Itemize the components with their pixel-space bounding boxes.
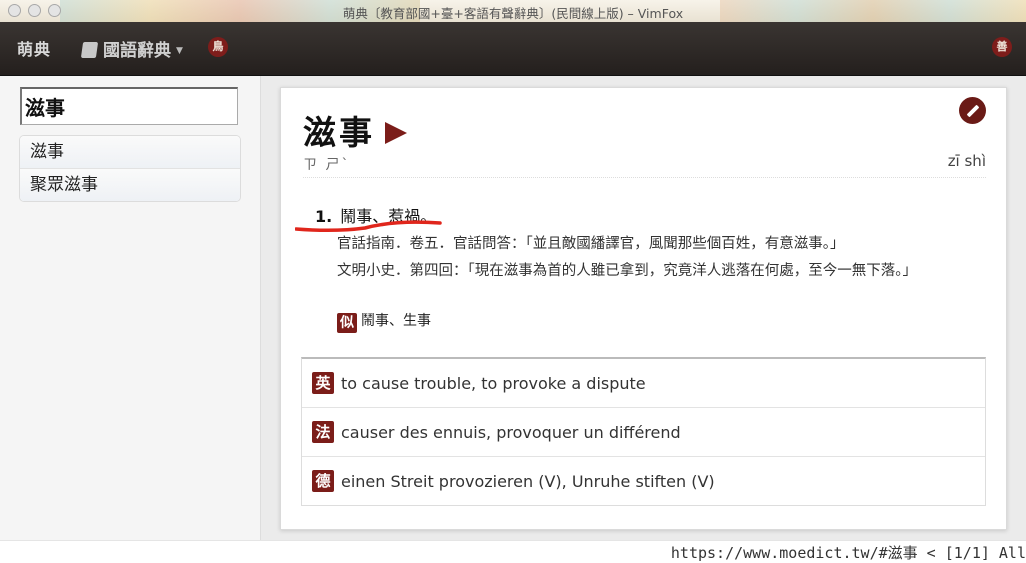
window-title-bar: 萌典〔教育部國+臺+客語有聲辭典〕(民間線上版) – VimFox [0,0,1026,23]
search-results-list: 滋事 聚眾滋事 [19,135,241,202]
search-input[interactable] [20,87,238,125]
caret-down-icon: ▼ [176,46,183,56]
status-url: https://www.moedict.tw/#滋事 < [1/1] All [670,544,1026,562]
definition-examples: 官話指南．卷五．官話問答：「並且敵國繙譯官，風聞那些個百姓，有意滋事。」 文明小… [337,231,949,285]
example-quote: 文明小史．第四回：「現在滋事為首的人雖已拿到，究竟洋人逃落在何處，至今一無下落。… [337,263,917,279]
translation-row: 英 to cause trouble, to provoke a dispute [302,359,985,408]
main-content: 滋事 ㄗ ㄕˋ zī shì 1. 鬧事、惹禍。 官話指南．卷五．官話問答：「並且… [261,76,1026,540]
play-audio-icon[interactable] [385,122,407,144]
navbar: 萌典 國語辭典 ▼ 鳥 善 [0,22,1026,76]
language-tag: 法 [312,421,334,443]
window-title: 萌典〔教育部國+臺+客語有聲辭典〕(民間線上版) – VimFox [342,6,684,21]
dictionary-dropdown[interactable]: 國語辭典 ▼ [80,36,183,61]
translation-text: einen Streit provozieren (V), Unruhe sti… [341,471,715,491]
translation-row: 德 einen Streit provozieren (V), Unruhe s… [302,457,985,505]
synonyms: 似鬧事、生事 [337,310,431,333]
dictionary-label: 國語辭典 [103,41,171,61]
synonyms-text[interactable]: 鬧事、生事 [361,313,431,329]
book-icon [80,42,99,58]
translations-table: 英 to cause trouble, to provoke a dispute… [301,357,986,506]
bopomofo-reading: ㄗ ㄕˋ [303,157,351,173]
entry-card: 滋事 ㄗ ㄕˋ zī shì 1. 鬧事、惹禍。 官話指南．卷五．官話問答：「並且… [280,87,1007,530]
synonym-tag: 似 [337,313,357,333]
settings-seal-icon[interactable]: 善 [992,37,1012,57]
dictionary-lang-seal-icon[interactable]: 鳥 [208,37,228,57]
sidebar: 滋事 聚眾滋事 [0,76,261,540]
edit-pencil-icon[interactable] [959,97,986,124]
headword: 滋事 [303,113,375,152]
divider [303,177,986,178]
language-tag: 德 [312,470,334,492]
translation-row: 法 causer des ennuis, provoquer un différ… [302,408,985,457]
language-tag: 英 [312,372,334,394]
vim-status-line: https://www.moedict.tw/#滋事 < [1/1] All [0,540,1026,562]
translation-text: causer des ennuis, provoquer un différen… [341,422,681,442]
example-quote: 官話指南．卷五．官話問答：「並且敵國繙譯官，風聞那些個百姓，有意滋事。」 [337,236,845,252]
app-logo[interactable]: 萌典 [17,36,51,60]
pinyin-reading: zī shì [947,152,986,170]
search-result-item[interactable]: 滋事 [20,136,240,169]
translation-text: to cause trouble, to provoke a dispute [341,373,646,393]
search-result-item[interactable]: 聚眾滋事 [20,169,240,201]
